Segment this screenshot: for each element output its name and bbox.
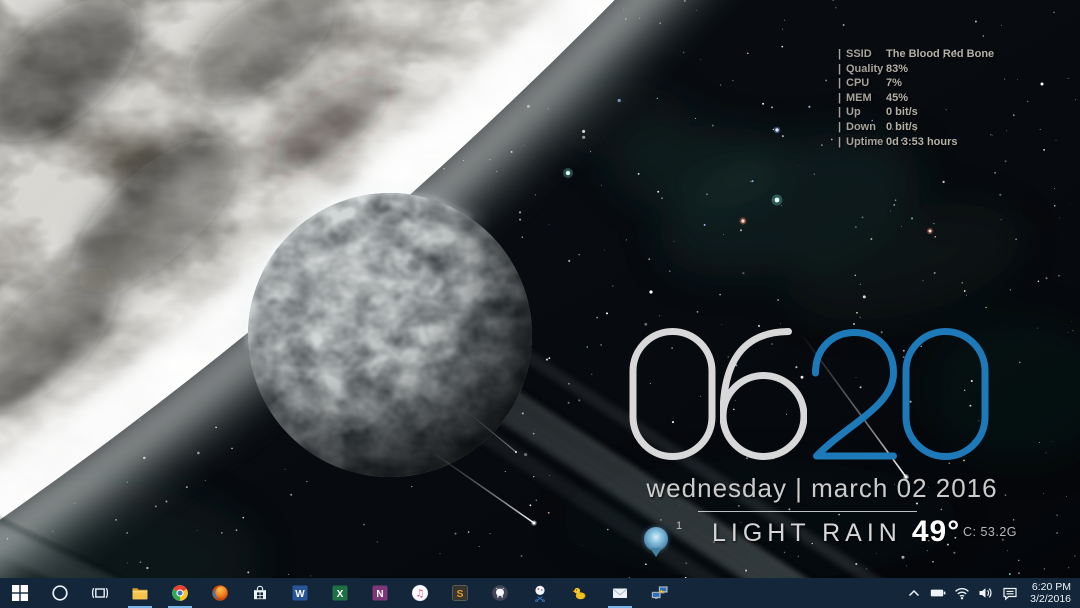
stat-pipe: | bbox=[838, 48, 842, 60]
stat-label: CPU bbox=[846, 77, 870, 90]
taskbar-buttons: W X N ♫ S bbox=[0, 578, 680, 608]
stat-pipe: | bbox=[838, 135, 842, 148]
stat-label: Down bbox=[846, 120, 876, 133]
clock-date: wednesday | march 02 2016 bbox=[646, 473, 998, 503]
remote-desktop-icon bbox=[651, 584, 669, 602]
taskbar-button-start[interactable] bbox=[0, 578, 40, 608]
taskbar-button-store[interactable] bbox=[240, 578, 280, 608]
taskbar-button-cyberduck[interactable] bbox=[560, 578, 600, 608]
mail-icon bbox=[611, 584, 629, 602]
battery-icon[interactable] bbox=[930, 585, 946, 601]
volume-icon[interactable] bbox=[978, 585, 994, 601]
firefox-icon bbox=[211, 584, 229, 602]
task-view-icon bbox=[91, 584, 109, 602]
cortana-icon bbox=[51, 584, 69, 602]
svg-text:♫: ♫ bbox=[416, 589, 425, 600]
chevron-up-icon[interactable] bbox=[906, 585, 922, 601]
location-pin-icon bbox=[644, 527, 668, 551]
stat-label: Up bbox=[846, 106, 861, 119]
tray-icons bbox=[902, 585, 1022, 601]
weather-divider bbox=[698, 511, 917, 512]
svg-text:X: X bbox=[337, 589, 344, 600]
stat-pipe: | bbox=[838, 91, 842, 104]
stat-row: | SSID The Blood Red Bone bbox=[838, 47, 994, 62]
stat-value: 0d 3:53 hours bbox=[886, 135, 958, 148]
stat-label: MEM bbox=[846, 91, 872, 104]
taskbar-button-onenote[interactable]: N bbox=[360, 578, 400, 608]
taskbar-button-sublime-text[interactable]: S bbox=[440, 578, 480, 608]
weather-condition: LIGHT RAIN bbox=[712, 519, 902, 547]
system-tray: 6:20 PM 3/2/2016 bbox=[902, 578, 1080, 608]
stat-value: 7% bbox=[886, 77, 902, 90]
stat-label: Uptime bbox=[846, 135, 884, 148]
taskbar-button-screen-capture[interactable] bbox=[520, 578, 560, 608]
cyberduck-icon bbox=[571, 584, 589, 602]
screen-capture-icon bbox=[531, 584, 549, 602]
start-icon bbox=[11, 584, 29, 602]
taskbar-button-task-view[interactable] bbox=[80, 578, 120, 608]
itunes-icon: ♫ bbox=[411, 584, 429, 602]
stat-row: | CPU 7% bbox=[838, 76, 994, 91]
svg-text:S: S bbox=[456, 588, 463, 600]
stat-row: | Uptime 0d 3:53 hours bbox=[838, 135, 994, 150]
taskbar-button-chrome[interactable] bbox=[160, 578, 200, 608]
tray-date: 3/2/2016 bbox=[1030, 593, 1071, 605]
weather-temperature: 49° bbox=[911, 515, 961, 548]
taskbar-button-cortana[interactable] bbox=[40, 578, 80, 608]
stat-pipe: | bbox=[838, 62, 842, 75]
stat-value: The Blood Red Bone bbox=[886, 48, 995, 60]
clock-digit bbox=[812, 329, 897, 460]
stat-label: Quality bbox=[846, 62, 884, 75]
taskbar-button-itunes[interactable]: ♫ bbox=[400, 578, 440, 608]
clock-digit bbox=[629, 328, 716, 460]
svg-text:W: W bbox=[295, 589, 305, 600]
system-stats-widget: | SSID The Blood Red Bone | Quality 83% | CPU 7%… bbox=[838, 47, 994, 149]
github-icon bbox=[491, 584, 509, 602]
stat-value: 0 bit/s bbox=[886, 120, 918, 133]
location-superscript: 1 bbox=[676, 520, 683, 532]
onenote-icon: N bbox=[371, 584, 389, 602]
excel-icon: X bbox=[331, 584, 349, 602]
taskbar-button-word[interactable]: W bbox=[280, 578, 320, 608]
taskbar-button-mail[interactable] bbox=[600, 578, 640, 608]
tray-clock[interactable]: 6:20 PM 3/2/2016 bbox=[1022, 581, 1078, 605]
store-icon bbox=[251, 584, 269, 602]
taskbar-button-file-explorer[interactable] bbox=[120, 578, 160, 608]
stat-row: | MEM 45% bbox=[838, 91, 994, 106]
weather-row: LIGHT RAIN 49° bbox=[712, 515, 960, 549]
desktop[interactable]: | SSID The Blood Red Bone | Quality 83% | CPU 7%… bbox=[0, 0, 1080, 608]
disk-usage-label: C: 53.2G bbox=[963, 525, 1018, 539]
taskbar-button-firefox[interactable] bbox=[200, 578, 240, 608]
word-icon: W bbox=[291, 584, 309, 602]
clock-digit bbox=[902, 328, 989, 460]
taskbar-button-remote-desktop[interactable] bbox=[640, 578, 680, 608]
stat-row: | Quality 83% bbox=[838, 62, 994, 77]
action-center-icon[interactable] bbox=[1002, 585, 1018, 601]
clock-digit bbox=[720, 328, 807, 460]
wifi-icon[interactable] bbox=[954, 585, 970, 601]
stat-pipe: | bbox=[838, 106, 842, 119]
taskbar: W X N ♫ S 6:20 PM 3/2/2016 bbox=[0, 578, 1080, 608]
stat-pipe: | bbox=[838, 120, 842, 133]
stat-value: 83% bbox=[886, 62, 909, 75]
stat-row: | Up 0 bit/s bbox=[838, 105, 994, 120]
stat-label: SSID bbox=[846, 48, 872, 60]
stat-value: 45% bbox=[886, 91, 909, 104]
stat-value: 0 bit/s bbox=[886, 106, 918, 119]
taskbar-button-excel[interactable]: X bbox=[320, 578, 360, 608]
sublime-text-icon: S bbox=[451, 584, 469, 602]
stat-pipe: | bbox=[838, 77, 842, 90]
file-explorer-icon bbox=[131, 584, 149, 602]
svg-text:N: N bbox=[376, 589, 383, 600]
tray-time: 6:20 PM bbox=[1031, 581, 1071, 593]
stat-row: | Down 0 bit/s bbox=[838, 120, 994, 135]
clock-time bbox=[629, 328, 989, 460]
taskbar-button-github[interactable] bbox=[480, 578, 520, 608]
chrome-icon bbox=[171, 584, 189, 602]
